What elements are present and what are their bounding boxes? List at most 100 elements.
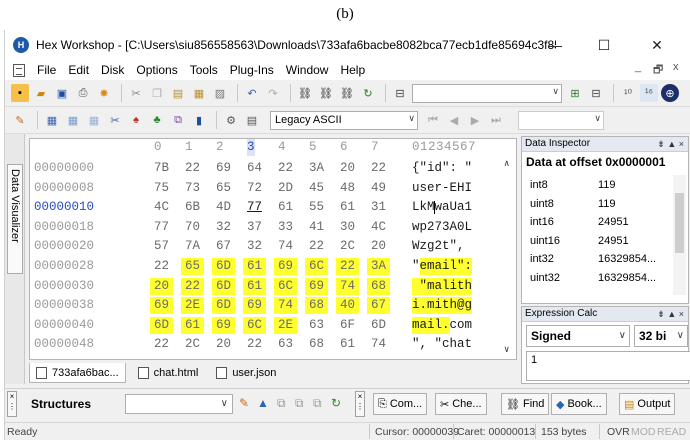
hex-byte[interactable]: 32 [243,238,266,255]
operations-icon[interactable]: ✂ [106,111,124,129]
hex-byte[interactable]: 69 [274,258,298,275]
redo-icon[interactable]: ↷ [264,84,282,102]
hex-byte[interactable]: 22 [181,160,204,177]
hex-byte[interactable]: 61 [274,199,297,216]
hex-row[interactable]: 00000040 6D 61 69 6C 2E 63 6F 6D mail.com [30,316,516,334]
ascii-text[interactable]: wp273A0L [412,219,472,236]
checksum-icon[interactable]: ♠ [127,111,145,129]
last-record-icon[interactable]: ⏭ [487,111,505,129]
hex-byte[interactable]: 6D [212,258,236,275]
edit-structure-icon[interactable]: ✎ [239,396,249,410]
hex-byte[interactable]: 6D [150,316,174,334]
close-structures-icon[interactable]: × ⋮ [7,391,17,417]
mdi-restore-button[interactable]: 🗗 [653,61,663,80]
menu-window[interactable]: Window [280,63,335,77]
hex-byte[interactable]: 74 [274,238,297,255]
hex-byte[interactable]: 68 [305,297,329,315]
hex-byte[interactable]: 4C [150,199,173,216]
hex-byte[interactable]: 6C [305,258,329,275]
hex-byte[interactable]: 69 [212,160,235,177]
hex-byte[interactable]: 75 [150,180,173,197]
chart-icon[interactable]: ▮ [190,111,208,129]
mdi-minimize-button[interactable]: _ [635,61,641,73]
hex-byte[interactable]: 7A [181,238,204,255]
scrollbar-thumb[interactable] [675,193,684,253]
hex-byte[interactable]: 37 [243,219,266,236]
file-tab-user-json[interactable]: user.json [210,363,282,383]
data-inspector-scrollbar[interactable] [673,175,686,295]
first-record-icon[interactable]: ⏮ [424,111,442,129]
hex-byte[interactable]: 61 [336,336,359,353]
hex-byte[interactable]: 22 [336,258,360,275]
hex-byte[interactable]: 69 [212,316,236,334]
hex-byte[interactable]: 6D [367,317,390,334]
hex-byte[interactable]: 33 [274,219,297,236]
hex-byte[interactable]: 7B [150,160,173,177]
hex-row[interactable]: 00000028 22 65 6D 61 69 6C 22 3A "email": [30,258,516,275]
hex-byte[interactable]: 74 [336,277,360,295]
hex-row[interactable]: 00000008 75 73 65 72 2D 45 48 49 user-EHI [30,180,516,197]
hex-byte[interactable]: 20 [150,277,174,295]
hex-byte[interactable]: 3A [367,258,391,275]
structure-options-icon[interactable]: ⧉ [313,396,322,411]
hex-byte[interactable]: 4C [367,219,390,236]
save-icon[interactable]: ▣ [53,84,71,102]
hex-byte[interactable]: 22 [150,258,173,275]
close-button[interactable]: ✕ [635,30,679,60]
hex-byte[interactable]: 72 [243,180,266,197]
menu-edit[interactable]: Edit [62,63,95,77]
undo-icon[interactable]: ↶ [243,84,261,102]
ascii-text[interactable]: ", "chat [412,336,472,353]
ascii-text[interactable]: mail.com [412,317,472,334]
hex-byte[interactable]: 2D [274,180,297,197]
hex-byte[interactable]: 2C [181,336,204,353]
hex-byte[interactable]: 32 [212,219,235,236]
hex-byte[interactable]: 73 [181,180,204,197]
hex-byte[interactable]: 74 [274,297,298,315]
record-combo[interactable]: ∨ [518,110,604,130]
select-all-icon[interactable]: ▦ [43,111,61,129]
menu-options[interactable]: Options [130,63,183,77]
hex-byte-caret[interactable]: 77 [243,199,266,216]
hex-byte[interactable]: 67 [212,238,235,255]
hex-row[interactable]: 00000030 20 22 6D 61 6C 69 74 68 "malith [30,277,516,295]
find-icon[interactable]: ⛓ [296,84,314,102]
insert-icon[interactable]: ♣ [148,111,166,129]
hex-byte[interactable]: 74 [367,336,390,353]
cut-icon[interactable]: ✂ [127,84,145,102]
hex-byte[interactable]: 20 [336,160,359,177]
maximize-button[interactable]: ☐ [582,30,626,60]
ascii-text[interactable]: LkMwaUa1 [412,199,472,216]
open-folder-icon[interactable]: ▰ [32,84,50,102]
hex-byte[interactable]: 2C [336,238,359,255]
hex-byte[interactable]: 63 [305,317,328,334]
hex-byte[interactable]: 6D [212,277,236,295]
bookmark-icon[interactable]: ⊞ [566,84,584,102]
menu-plug-ins[interactable]: Plug-Ins [224,63,280,77]
print-icon[interactable]: ⎙ [74,84,92,102]
hex-byte[interactable]: 41 [305,219,328,236]
bit-width-select[interactable]: 32 bi ∨ [634,325,688,347]
refresh-icon[interactable]: ↻ [359,84,377,102]
hex-byte[interactable]: 70 [181,219,204,236]
paste-special-icon[interactable]: ▦ [190,84,208,102]
goto-combo[interactable]: ∨ [412,83,562,103]
hex-byte[interactable]: 6C [243,316,267,334]
hex-byte[interactable]: 22 [181,277,205,295]
find-next-icon[interactable]: ⛓ [317,84,335,102]
close-output-panels-icon[interactable]: × ⋮ [355,391,365,417]
pencil-icon[interactable]: ✎ [11,111,29,129]
data-visualizer-tab[interactable]: Data Visualizer [7,164,23,274]
export-icon[interactable]: ▨ [211,84,229,102]
up-triangle-icon[interactable]: ▲ [257,396,269,410]
about-icon[interactable]: ⊕ [661,84,679,102]
output-panel-button[interactable]: ▤ Output [619,393,676,415]
hex-byte[interactable]: 77 [150,219,173,236]
settings-gear-icon[interactable]: ⚙ [222,111,240,129]
file-tab-binary[interactable]: 733afa6bac... [29,363,126,383]
hex-byte[interactable]: 22 [243,336,266,353]
hex-row[interactable]: 00000018 77 70 32 37 33 41 30 4C wp273A0L [30,219,516,236]
hex-byte[interactable]: 2E [274,316,298,334]
hex-byte[interactable]: 20 [212,336,235,353]
hex-byte[interactable]: 57 [150,238,173,255]
